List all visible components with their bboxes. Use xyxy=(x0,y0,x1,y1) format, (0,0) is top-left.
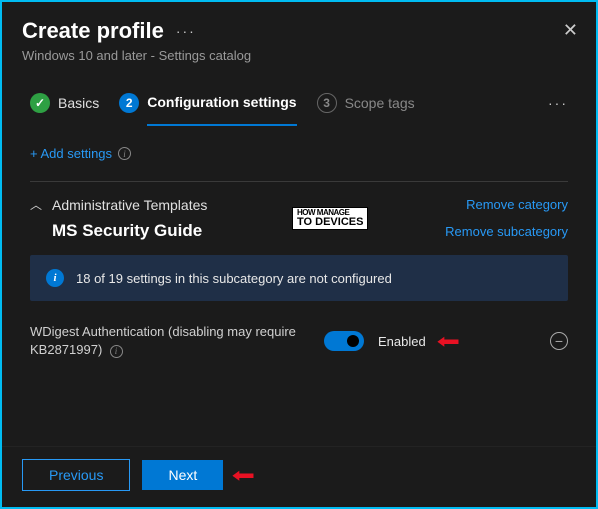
page-title: Create profile xyxy=(22,18,164,44)
check-icon: ✓ xyxy=(30,93,50,113)
add-settings-link[interactable]: + Add settings i xyxy=(30,146,131,161)
subcategory-name: MS Security Guide xyxy=(52,221,202,241)
annotation-arrow-icon: ⬅ xyxy=(436,329,459,354)
next-button[interactable]: Next xyxy=(142,460,223,490)
step-configuration-settings[interactable]: 2 Configuration settings xyxy=(119,93,296,113)
divider xyxy=(30,181,568,182)
step-label: Configuration settings xyxy=(147,94,296,126)
stepper-more-icon[interactable]: ··· xyxy=(548,95,568,111)
info-icon: i xyxy=(46,269,64,287)
add-settings-label: + Add settings xyxy=(30,146,112,161)
step-basics[interactable]: ✓ Basics xyxy=(30,93,99,113)
info-icon[interactable]: i xyxy=(110,345,123,358)
setting-toggle[interactable] xyxy=(324,331,364,351)
remove-setting-icon[interactable]: − xyxy=(550,332,568,350)
step-label: Scope tags xyxy=(345,95,415,111)
annotation-arrow-icon: ⬅ xyxy=(232,463,255,488)
watermark: HOW MANAGE TO DEVICES xyxy=(292,207,368,230)
remove-category-link[interactable]: Remove category xyxy=(466,197,568,212)
remove-subcategory-link[interactable]: Remove subcategory xyxy=(445,224,568,239)
chevron-up-icon[interactable]: ︿ xyxy=(30,196,42,213)
step-number-icon: 3 xyxy=(317,93,337,113)
category-name: Administrative Templates xyxy=(52,197,207,213)
step-label: Basics xyxy=(58,95,99,111)
close-icon[interactable]: ✕ xyxy=(563,20,578,41)
page-subtitle: Windows 10 and later - Settings catalog xyxy=(22,48,576,63)
step-scope-tags[interactable]: 3 Scope tags xyxy=(317,93,415,113)
info-icon[interactable]: i xyxy=(118,147,131,160)
previous-button[interactable]: Previous xyxy=(22,459,130,491)
status-bar: i 18 of 19 settings in this subcategory … xyxy=(30,255,568,301)
setting-label: WDigest Authentication (disabling may re… xyxy=(30,323,310,359)
header-more-icon[interactable]: ··· xyxy=(176,23,196,39)
toggle-state-label: Enabled xyxy=(378,334,426,349)
step-number-icon: 2 xyxy=(119,93,139,113)
status-text: 18 of 19 settings in this subcategory ar… xyxy=(76,271,392,286)
